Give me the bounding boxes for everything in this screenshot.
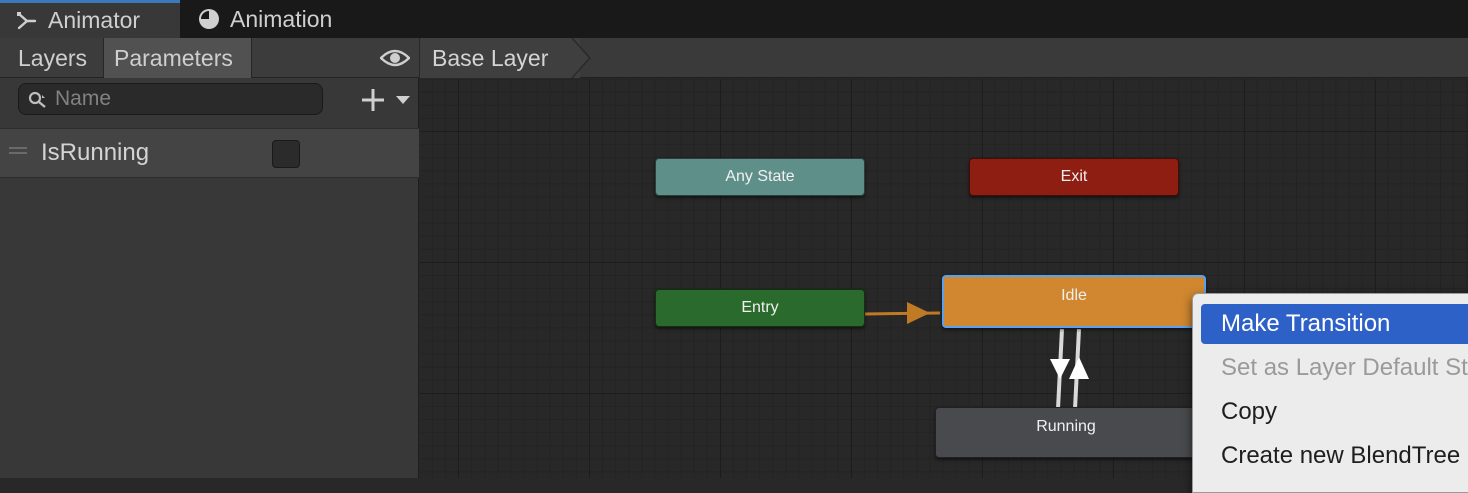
tab-parameters-label: Parameters [114,44,233,71]
parameter-row[interactable]: IsRunning [0,128,419,178]
menu-item-label: Make Transition [1221,310,1391,337]
state-exit-label: Exit [1060,168,1088,185]
breadcrumb-arrow-icon [570,38,592,78]
state-idle[interactable]: Idle [942,275,1206,328]
parameter-bool-checkbox[interactable] [272,140,300,168]
parameter-name[interactable]: IsRunning [41,139,149,167]
state-idle-label: Idle [1061,287,1087,304]
eye-icon[interactable] [380,46,410,70]
tab-layers[interactable]: Layers [8,38,104,78]
state-running-label: Running [1036,418,1096,435]
menu-item-copy[interactable]: Copy [1201,392,1468,432]
chevron-down-icon [396,96,410,104]
state-context-menu: Make Transition Set as Layer Default Sta… [1192,293,1468,493]
state-running[interactable]: Running [935,407,1197,458]
tab-parameters[interactable]: Parameters [104,38,252,78]
breadcrumb-base-layer[interactable]: Base Layer [420,38,581,78]
parameter-search[interactable] [18,83,323,115]
tab-animation-label: Animation [230,5,333,32]
tab-animation[interactable]: Animation [186,0,386,38]
state-any-state-label: Any State [725,168,795,185]
menu-item-label: Create new BlendTree in State [1221,442,1468,469]
entry-to-idle-transition[interactable] [864,302,941,324]
state-any-state[interactable]: Any State [655,158,865,196]
search-input[interactable] [55,86,315,112]
state-exit[interactable]: Exit [969,158,1179,196]
panel-tabs: Layers Parameters [0,38,419,78]
parameters-panel: Layers Parameters IsRunning [0,38,419,478]
menu-item-set-layer-default[interactable]: Set as Layer Default State [1201,348,1468,388]
plus-icon [362,89,384,111]
animation-clock-icon [199,9,219,29]
tab-layers-label: Layers [18,44,88,71]
menu-item-label: Copy [1221,398,1278,425]
animator-icon [17,11,37,29]
search-icon [28,91,46,108]
menu-item-create-blendtree[interactable]: Create new BlendTree in State [1201,436,1468,476]
add-parameter-button[interactable] [360,86,414,114]
menu-item-label: Set as Layer Default State [1221,354,1468,381]
breadcrumb-bar: Base Layer [420,38,1468,78]
tab-animator-label: Animator [48,7,141,33]
breadcrumb-label: Base Layer [432,44,549,71]
state-entry-label: Entry [741,299,779,316]
menu-item-make-transition[interactable]: Make Transition [1201,304,1468,344]
drag-handle-icon[interactable] [9,147,27,155]
idle-to-running-transition[interactable] [1050,328,1070,410]
state-entry[interactable]: Entry [655,289,865,327]
window-tab-bar: Animator Animation [0,0,1468,38]
running-to-idle-transition[interactable] [1069,328,1089,410]
tab-animator[interactable]: Animator [0,0,180,38]
